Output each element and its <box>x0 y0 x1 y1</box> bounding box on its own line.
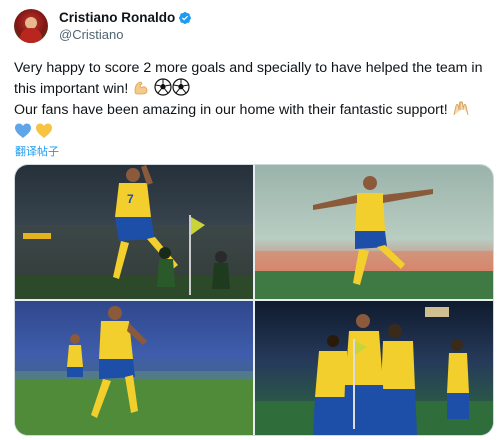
photo-arms-spread[interactable] <box>255 165 493 299</box>
tweet-line-1-text: Very happy to score 2 more goals and spe… <box>14 60 483 97</box>
author-display-name[interactable]: Cristiano Ronaldo <box>59 10 175 26</box>
photo-1-art: 7 <box>15 165 253 299</box>
svg-text:7: 7 <box>127 192 134 206</box>
photo-goal-run[interactable] <box>15 301 253 435</box>
photo-4-art <box>255 307 493 435</box>
tweet-line-2: Our fans have been amazing in our home w… <box>14 99 490 120</box>
author-names: Cristiano Ronaldo @Cristiano <box>59 10 192 43</box>
yellow-heart-icon <box>36 123 52 138</box>
raising-hands-icon <box>453 101 469 116</box>
author-avatar[interactable] <box>14 9 48 43</box>
soccer-ball-icon <box>154 78 172 96</box>
tweet-text: Very happy to score 2 more goals and spe… <box>14 58 490 142</box>
translate-post-link[interactable]: 翻译帖子 <box>15 143 59 159</box>
media-grid: 7 <box>14 164 494 436</box>
photo-2-art <box>255 176 493 299</box>
blue-heart-icon <box>15 123 31 138</box>
name-row: Cristiano Ronaldo <box>59 10 192 26</box>
tweet-line-1: Very happy to score 2 more goals and spe… <box>14 58 490 99</box>
author-handle[interactable]: @Cristiano <box>59 27 192 43</box>
tweet-line-3 <box>14 122 490 142</box>
photo-celebration-jump[interactable]: 7 <box>15 165 253 299</box>
photo-3-art <box>15 301 253 435</box>
avatar-shirt <box>20 28 42 43</box>
verified-badge-icon <box>179 11 192 24</box>
tweet-line-2-text: Our fans have been amazing in our home w… <box>14 102 452 118</box>
soccer-ball-icon <box>172 78 190 96</box>
tweet-header: Cristiano Ronaldo @Cristiano <box>14 8 192 44</box>
flexed-biceps-icon <box>134 81 148 95</box>
photo-team-celebration[interactable] <box>255 301 493 435</box>
